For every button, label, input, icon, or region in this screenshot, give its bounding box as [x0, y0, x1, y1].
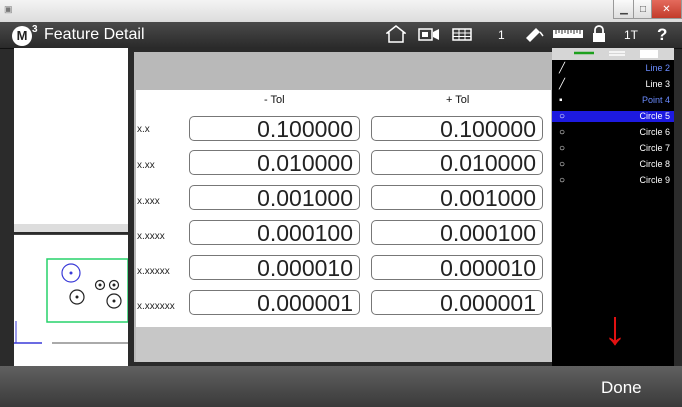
- row-label: x.xxxxx: [137, 266, 170, 277]
- list-item[interactable]: ○ Circle 7: [552, 143, 674, 154]
- app-header: M 3 Feature Detail 1 1T ?: [0, 22, 682, 49]
- list-item[interactable]: ○ Circle 9: [552, 175, 674, 186]
- plus-tol-field[interactable]: 0.010000: [371, 150, 543, 176]
- app-logo: M 3: [12, 24, 38, 46]
- help-button[interactable]: ?: [657, 25, 667, 45]
- plus-tol-header: + Tol: [446, 94, 470, 106]
- lock-icon[interactable]: [592, 25, 606, 43]
- minus-tol-field[interactable]: 0.001000: [189, 185, 360, 211]
- circle-icon: ○: [559, 159, 566, 170]
- list-item[interactable]: ○ Circle 8: [552, 159, 674, 170]
- plus-tol-field[interactable]: 0.000100: [371, 220, 543, 246]
- list-item-label: Line 2: [645, 63, 670, 73]
- arrow-down-icon: ↓: [603, 302, 627, 355]
- plus-tol-field[interactable]: 0.100000: [371, 116, 543, 142]
- maximize-button[interactable]: □: [633, 0, 653, 19]
- list-item-label: Circle 6: [639, 127, 670, 137]
- part-preview-drawing: [14, 258, 129, 344]
- list-item[interactable]: ○ Circle 5: [552, 111, 674, 122]
- list-item-label: Circle 7: [639, 143, 670, 153]
- view-divider: [14, 224, 128, 232]
- footer-bar: [0, 366, 682, 407]
- close-button[interactable]: ✕: [651, 0, 682, 19]
- home-icon[interactable]: [386, 25, 406, 43]
- plus-tol-field[interactable]: 0.000001: [371, 290, 543, 316]
- row-label: x.xxxx: [137, 231, 165, 242]
- list-item-label: Circle 9: [639, 175, 670, 185]
- list-item[interactable]: ╱ Line 3: [552, 79, 674, 90]
- list-item[interactable]: ╱ Line 2: [552, 63, 674, 74]
- logo-letter: M: [16, 28, 28, 43]
- circle-icon: ○: [559, 111, 566, 122]
- left-column: [14, 48, 129, 369]
- list-item-label: Point 4: [641, 95, 670, 105]
- minimize-button[interactable]: ▁: [613, 0, 635, 19]
- list-item-label: Line 3: [645, 79, 670, 89]
- done-button[interactable]: Done: [601, 378, 642, 398]
- list-view-icons[interactable]: [552, 49, 674, 61]
- plus-tol-field[interactable]: 0.001000: [371, 185, 543, 211]
- panel-footer: [136, 327, 552, 362]
- page-title: Feature Detail: [44, 26, 145, 43]
- mode-label[interactable]: 1T: [624, 28, 638, 42]
- ruler-icon[interactable]: [553, 29, 583, 39]
- list-item-label: Circle 8: [639, 159, 670, 169]
- circle-icon: ○: [559, 143, 566, 154]
- window-titlebar: ▣ ▁ □ ✕: [0, 0, 682, 22]
- point-icon: ▪: [559, 95, 563, 106]
- row-label: x.x: [137, 124, 150, 135]
- probe-icon[interactable]: [524, 26, 544, 42]
- line-icon: ╱: [559, 79, 566, 90]
- row-label: x.xx: [137, 160, 155, 171]
- minus-tol-field[interactable]: 0.000010: [189, 255, 360, 281]
- row-label: x.xxxxxx: [137, 301, 175, 312]
- part-preview[interactable]: [14, 234, 129, 369]
- circle-icon: ○: [559, 127, 566, 138]
- circle-icon: ○: [559, 175, 566, 186]
- app-icon: ▣: [4, 4, 13, 14]
- minus-tol-field[interactable]: 0.000001: [189, 290, 360, 316]
- minus-tol-field[interactable]: 0.010000: [189, 150, 360, 176]
- list-item[interactable]: ▪ Point 4: [552, 95, 674, 106]
- feature-list-header: [552, 48, 674, 60]
- list-item-label: Circle 5: [639, 111, 670, 121]
- grid-icon[interactable]: [452, 28, 472, 41]
- minus-tol-field[interactable]: 0.100000: [189, 116, 360, 142]
- camera-icon[interactable]: [418, 28, 440, 41]
- line-icon: ╱: [559, 63, 566, 74]
- row-label: x.xxx: [137, 196, 160, 207]
- minus-tol-field[interactable]: 0.000100: [189, 220, 360, 246]
- plus-tol-field[interactable]: 0.000010: [371, 255, 543, 281]
- list-item[interactable]: ○ Circle 6: [552, 127, 674, 138]
- logo-sup: 3: [32, 24, 38, 35]
- measurement-view: [14, 48, 128, 224]
- minus-tol-header: - Tol: [264, 94, 285, 106]
- count-label: 1: [498, 28, 505, 42]
